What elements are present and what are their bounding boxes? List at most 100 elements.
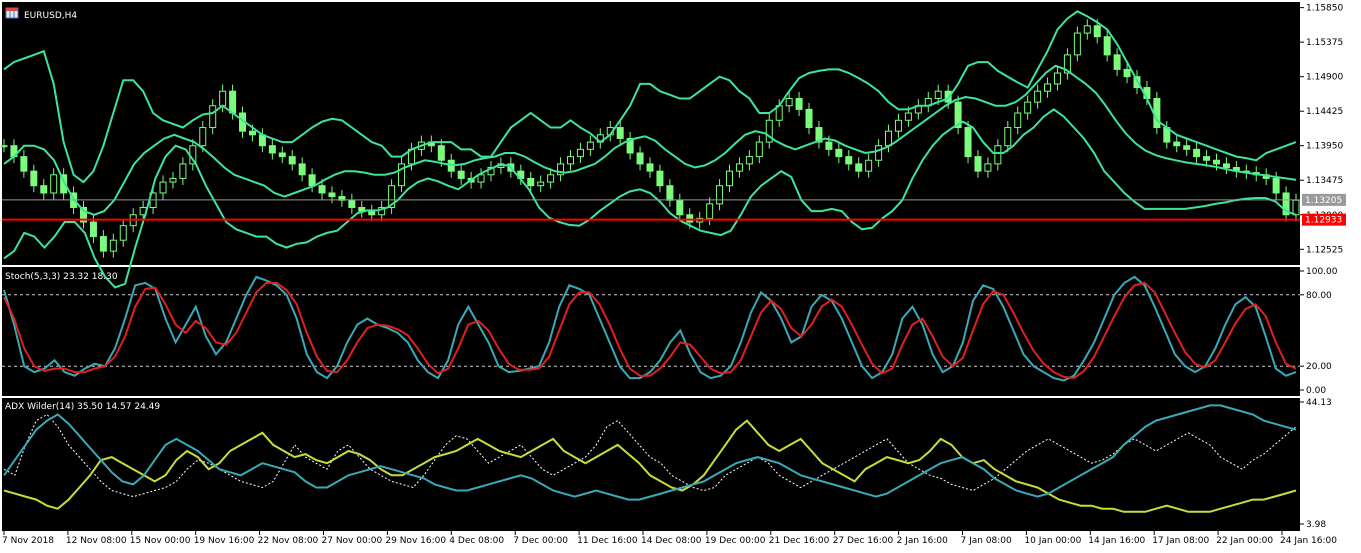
candle-body [99,236,107,252]
price-tick-label: 1.12525 [1306,245,1343,255]
chart-svg: 1.15850 1.15375 1.14900 1.14425 1.13950 1.134… [0,0,1361,553]
time-tick-label: 14 Jan 16:00 [1088,536,1145,546]
candle-body [1073,32,1081,56]
candle-body [835,148,843,158]
candle-body [318,185,326,194]
candle-body [805,108,813,129]
candle-body [566,156,574,165]
candle-body [795,97,803,110]
candle-body [348,199,356,208]
symbol-title: EURUSD,H4 [24,11,77,21]
candle-body [1103,36,1111,56]
time-tick-label: 7 Jan 08:00 [961,536,1013,546]
time-tick-label: 11 Dec 16:00 [577,536,638,546]
candle-body [865,159,873,172]
candle-body [646,163,654,172]
time-tick-label: 2 Jan 16:00 [897,536,949,546]
candle-body [1034,90,1042,103]
time-tick-label: 27 Dec 16:00 [833,536,894,546]
candle-body [1083,25,1091,34]
candle-body [785,97,793,107]
candle-body [855,163,863,172]
candle-body [576,148,584,158]
price-tick-label: 1.15375 [1306,38,1343,48]
window-icon [5,7,19,19]
time-tick-label: 21 Dec 16:00 [769,536,830,546]
candle-body [1093,25,1101,38]
candle-body [1203,156,1211,161]
candle-body [636,152,644,165]
adx-tick-label: 3.98 [1306,520,1326,530]
red-price-badge-label: 1.12933 [1305,216,1342,226]
candle-body [1183,145,1191,150]
time-tick-label: 17 Jan 08:00 [1152,536,1209,546]
candle-body [755,141,763,158]
time-tick-label: 7 Nov 2018 [2,536,54,546]
current-price-badge-label: 1.13205 [1305,196,1342,206]
candle-body [229,90,237,114]
time-tick-label: 15 Nov 00:00 [130,536,191,546]
candle-body [825,141,833,150]
time-tick-label: 22 Jan 00:00 [1216,536,1273,546]
candle-body [726,170,734,187]
candle-body [885,130,893,147]
time-tick-label: 10 Jan 00:00 [1024,536,1081,546]
candle-body [288,156,296,165]
adx-title: ADX Wilder(14) 35.50 14.57 24.49 [5,402,160,412]
price-tick-label: 1.13950 [1306,142,1343,152]
time-tick-label: 24 Jan 16:00 [1280,536,1337,546]
candle-body [199,127,207,147]
time-tick-label: 29 Nov 16:00 [385,536,446,546]
candle-body [278,152,286,158]
adx-tick-label: 44.13 [1306,398,1332,408]
candle-body [328,192,336,198]
candle-body [50,174,58,194]
candle-body [735,163,743,172]
candle-body [586,141,594,150]
time-tick-label: 14 Dec 08:00 [641,536,702,546]
candle-body [527,177,535,187]
stoch-tick-label: 20.00 [1306,362,1332,372]
stoch-tick-label: 80.00 [1306,291,1332,301]
time-tick-label: 12 Nov 08:00 [66,536,127,546]
candle-body [30,170,38,187]
candle-body [974,156,982,172]
candle-body [1292,199,1300,216]
stoch-tick-label: 100.00 [1306,267,1338,277]
candle-body [1222,163,1230,169]
price-tick-label: 1.13475 [1306,176,1343,186]
candle-body [248,130,256,136]
candle-body [875,145,883,161]
time-tick-label: 19 Dec 00:00 [705,536,766,546]
candle-body [1113,54,1121,70]
candle-body [457,170,465,179]
price-tick-label: 1.15850 [1306,4,1343,14]
candle-body [477,174,485,183]
candle-body [40,185,48,194]
candle-body [179,163,187,179]
candle-body [1212,159,1220,165]
stoch-panel-background [2,267,1300,396]
stoch-tick-label: 0.00 [1306,386,1326,396]
candle-body [1044,83,1052,92]
candle-body [845,156,853,165]
candle-body [1193,148,1201,158]
candle-body [1173,141,1181,147]
candle-body [964,127,972,158]
chart-window: 1.15850 1.15375 1.14900 1.14425 1.13950 1.134… [0,0,1361,553]
candle-body [656,170,664,187]
candle-body [666,185,674,201]
time-tick-label: 27 Nov 00:00 [322,536,383,546]
candle-body [219,90,227,107]
candle-body [298,163,306,176]
candle-body [119,225,127,241]
candle-body [109,239,117,252]
candle-body [686,214,694,223]
candle-body [169,177,177,183]
adx-panel-background [2,398,1300,531]
candle-body [1004,127,1012,147]
price-tick-label: 1.14900 [1306,73,1343,83]
candle-body [368,210,376,216]
candle-body [1014,112,1022,129]
candle-body [904,112,912,121]
